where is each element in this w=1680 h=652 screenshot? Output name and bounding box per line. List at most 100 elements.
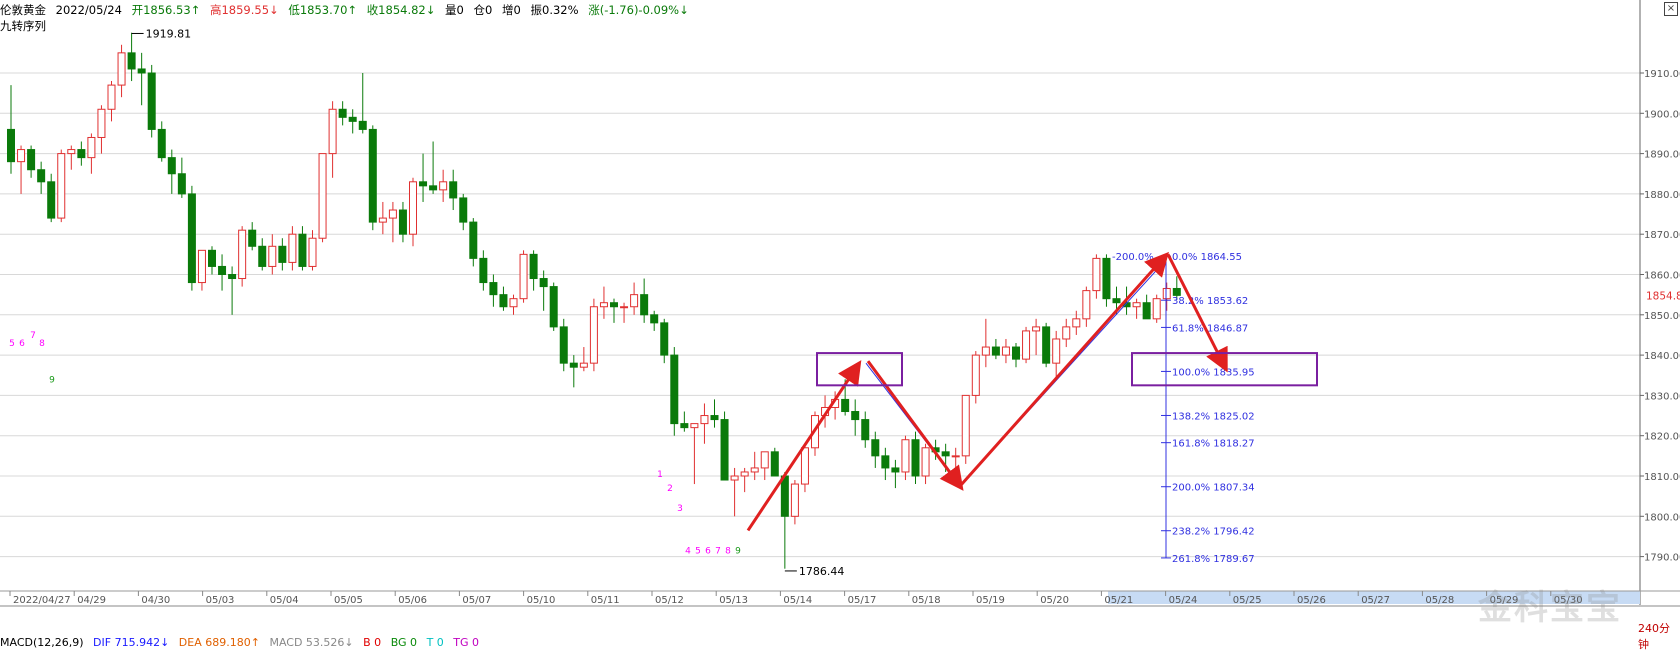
y-tick-label: 1810.00 [1644, 472, 1680, 483]
candle [529, 253, 538, 280]
candle [177, 173, 186, 195]
candle [941, 451, 950, 457]
candle [670, 354, 679, 425]
td-count-label: 6 [705, 547, 711, 557]
x-tick-label: 05/07 [462, 595, 491, 606]
candle [208, 249, 216, 267]
candle [308, 237, 317, 267]
trend-arrow [1166, 253, 1228, 373]
open-interest-value: 仓0 [473, 3, 493, 17]
td-count-label: 8 [39, 339, 45, 349]
close-value: 收1854.82↓ [366, 3, 436, 17]
candle [569, 362, 578, 368]
td-count-label: 7 [30, 331, 36, 341]
candle [7, 128, 15, 163]
candle [47, 181, 56, 219]
trend-arrow [958, 251, 1169, 488]
tg-value: TG 0 [453, 636, 480, 649]
candle [117, 52, 126, 86]
candle [37, 169, 46, 183]
candle [559, 326, 568, 364]
candle [901, 439, 910, 473]
dea-value: DEA 689.180↑ [178, 636, 260, 649]
candle [1112, 298, 1121, 304]
instrument-name: 伦敦黄金 [0, 3, 46, 17]
y-tick-label: 1900.00 [1644, 109, 1680, 120]
x-tick-label: 05/10 [527, 595, 556, 606]
candle [610, 302, 618, 308]
candle [620, 306, 629, 309]
candle [388, 209, 397, 219]
candle [539, 278, 548, 288]
td-count-label: 8 [725, 547, 731, 557]
candle [720, 419, 729, 481]
fib-extension-label: -200.0% [1112, 252, 1154, 263]
candle [1162, 287, 1171, 300]
bar-date: 2022/05/24 [55, 3, 122, 17]
high-label: 1919.81 [146, 27, 192, 40]
candle [640, 294, 649, 316]
candle [77, 149, 86, 159]
target-box [816, 352, 903, 387]
candle [790, 483, 799, 517]
candle [268, 245, 277, 267]
candle [630, 294, 639, 308]
x-tick-label: 05/28 [1425, 595, 1454, 606]
price-header: 伦敦黄金 2022/05/24 开1856.53↑ 高1859.55↓ 低185… [0, 2, 695, 18]
candle [228, 274, 237, 280]
candle [991, 346, 1000, 356]
fib-level-label: 161.8% 1818.27 [1172, 439, 1255, 450]
low-value: 低1853.70↑ [288, 3, 358, 17]
candle [419, 181, 428, 187]
candle [67, 149, 76, 155]
candle [489, 282, 498, 296]
td-count-label: 1 [657, 470, 663, 480]
candle [107, 84, 116, 110]
candle [1042, 326, 1051, 364]
candle [298, 233, 307, 267]
x-tick-label: 05/21 [1104, 595, 1133, 606]
x-tick-label: 2022/04/27 [13, 595, 71, 606]
candle [87, 136, 96, 159]
candle [197, 249, 206, 284]
td-count-label: 3 [677, 504, 683, 514]
candle [238, 229, 247, 280]
candle [1092, 257, 1101, 292]
b-value: B 0 [363, 636, 382, 649]
candle [750, 467, 759, 473]
high-value: 高1859.55↓ [209, 3, 279, 17]
x-tick-label: 05/12 [655, 595, 684, 606]
candle [519, 253, 528, 300]
indicator-subtitle: 九转序列 [0, 19, 46, 33]
y-tick-label: 1890.00 [1644, 150, 1680, 161]
candle [318, 153, 327, 239]
candle [1142, 302, 1151, 320]
trend-arrow [746, 360, 862, 532]
candle [851, 411, 860, 421]
candle [167, 157, 176, 175]
td-count-label: 9 [735, 547, 741, 557]
candle [409, 181, 417, 235]
candle [258, 245, 267, 267]
candle [1022, 330, 1031, 360]
low-label: 1786.44 [799, 565, 845, 578]
candle [459, 197, 468, 223]
candle [1072, 318, 1081, 328]
price-chart[interactable]: 1790.001800.001810.001820.001830.001840.… [0, 0, 1680, 650]
x-tick-label: 05/14 [783, 595, 812, 606]
close-icon[interactable]: × [1664, 2, 1678, 16]
x-tick-label: 05/04 [270, 595, 299, 606]
macd-legend: MACD(12,26,9) DIF 715.942↓ DEA 689.180↑ … [0, 636, 485, 649]
candle [509, 298, 518, 308]
candle [579, 362, 588, 368]
td-count-label: 2 [667, 484, 673, 494]
y-tick-label: 1800.00 [1644, 512, 1680, 523]
y-tick-label: 1880.00 [1644, 190, 1680, 201]
period-label[interactable]: 240分钟 [1638, 620, 1680, 652]
candle [358, 120, 367, 130]
candle [971, 354, 980, 396]
candle [599, 302, 608, 308]
candle [921, 447, 930, 477]
x-tick-label: 05/18 [912, 595, 941, 606]
x-tick-label: 04/29 [77, 595, 106, 606]
